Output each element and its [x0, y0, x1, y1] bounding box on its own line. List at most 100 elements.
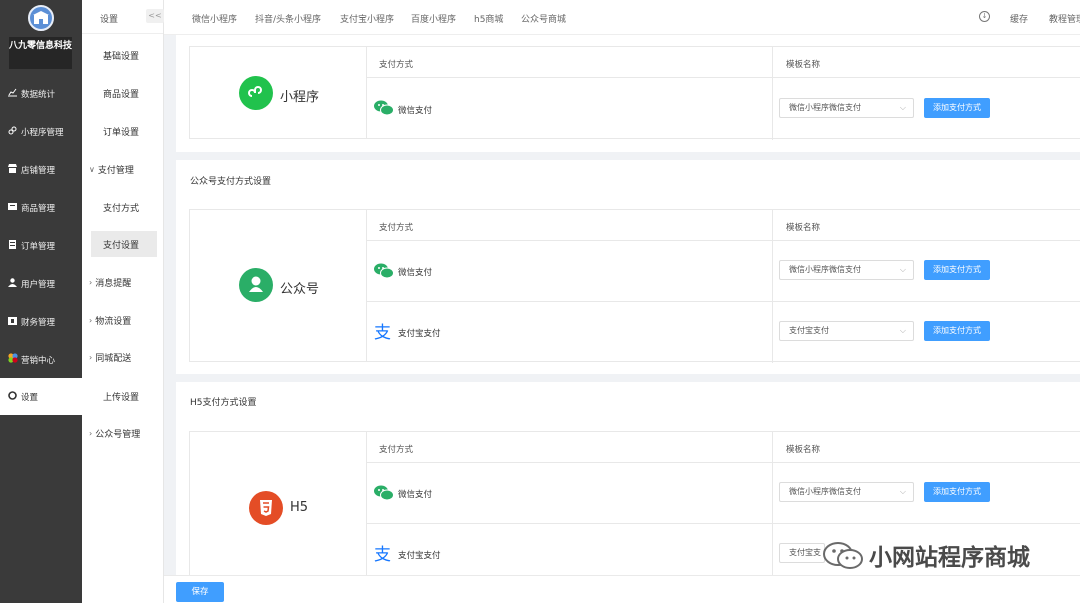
chevron-down-icon: ⌵: [899, 326, 906, 335]
menu-label: 用户管理: [21, 279, 56, 290]
subnav-group-payment[interactable]: ∨ 支付管理: [82, 156, 164, 182]
official-account-card: 公众号支付方式设置 公众号 支付方式 模板名称 微信支付 微信小程序微信支付 ⌵: [176, 160, 1080, 374]
alipay-icon: 支: [374, 323, 392, 344]
subnav-group-official[interactable]: › 公众号管理: [82, 420, 164, 446]
select-value: 微信小程序微信支付: [789, 487, 861, 496]
wechat-pay-icon: [374, 100, 394, 119]
cache-button[interactable]: 缓存: [1010, 12, 1028, 25]
subnav-item-goods[interactable]: 商品设置: [82, 80, 164, 106]
menu-item-store[interactable]: 店铺管理: [0, 151, 82, 188]
marketing-icon: [7, 353, 18, 366]
table-row: 微信支付 微信小程序微信支付 ⌵ 添加支付方式: [367, 241, 1080, 302]
wechat-pay-icon: [374, 263, 394, 282]
pay-method-label: 支付宝支付: [398, 551, 441, 561]
menu-item-finance[interactable]: 财务管理: [0, 303, 82, 340]
subnav-group-delivery[interactable]: › 同城配送: [82, 344, 164, 370]
template-select[interactable]: 支付宝支付 ⌵: [779, 321, 914, 341]
menu-item-stats[interactable]: 数据统计: [0, 75, 82, 112]
template-select[interactable]: 微信小程序微信支付 ⌵: [779, 482, 914, 502]
column-header-template: 模板名称: [786, 445, 821, 455]
pay-method-label: 支付宝支付: [398, 329, 441, 339]
menu-item-settings[interactable]: 设置: [0, 378, 82, 415]
menu-label: 店铺管理: [21, 165, 56, 176]
main-content: 小程序 支付方式 模板名称 微信支付 微信小程序微信支付 ⌵ 添加支付方式 公众号…: [164, 35, 1080, 575]
subnav-group-label: 支付管理: [97, 165, 134, 176]
miniprogram-icon: [239, 76, 273, 110]
add-pay-method-button[interactable]: 添加支付方式: [924, 260, 990, 280]
menu-label: 设置: [21, 392, 39, 403]
pay-method-label: 微信支付: [398, 106, 433, 116]
select-value: 微信小程序微信支付: [789, 103, 861, 112]
chevron-down-icon: ⌵: [899, 265, 906, 274]
menu-label: 小程序管理: [21, 127, 64, 138]
table-row: 微信支付 微信小程序微信支付 ⌵ 添加支付方式: [367, 463, 1080, 524]
tab-h5-mall[interactable]: h5商城: [474, 12, 503, 25]
wechat-pay-icon: [374, 485, 394, 504]
section-title: H5支付方式设置: [190, 398, 257, 408]
official-account-icon: [239, 268, 273, 302]
subnav-header: 设置 <<: [82, 0, 164, 34]
template-select[interactable]: 微信小程序微信支付 ⌵: [779, 98, 914, 118]
official-table: 公众号 支付方式 模板名称 微信支付 微信小程序微信支付 ⌵ 添加支付方式 支: [189, 209, 1080, 363]
chevron-right-icon: ›: [89, 277, 93, 287]
subnav-group-label: 消息提醒: [95, 278, 132, 289]
svg-text:支: 支: [374, 545, 391, 563]
subnav-item-pay-method[interactable]: 支付方式: [82, 194, 164, 220]
collapse-button[interactable]: <<: [146, 9, 164, 23]
tab-wechat-mini[interactable]: 微信小程序: [192, 12, 237, 25]
finance-icon: [7, 316, 18, 328]
save-button[interactable]: 保存: [176, 582, 224, 602]
main-sidebar: 八九零信息科技 数据统计 小程序管理 店铺管理 商品管理 订单管理 用户管理 财…: [0, 0, 82, 603]
table-row: 支 支付宝支付 支付宝支付 ⌵ 添加支付方式: [367, 302, 1080, 363]
add-pay-method-button[interactable]: 添加支付方式: [924, 98, 990, 118]
menu-label: 数据统计: [21, 89, 56, 100]
tab-douyin-mini[interactable]: 抖音/头条小程序: [255, 12, 321, 25]
table-header-row: 支付方式 模板名称: [367, 47, 1080, 78]
menu-item-users[interactable]: 用户管理: [0, 265, 82, 302]
menu-label: 商品管理: [21, 203, 56, 214]
chart-icon: [7, 88, 18, 100]
menu-item-orders[interactable]: 订单管理: [0, 227, 82, 264]
user-icon: [7, 277, 18, 290]
subnav-item-order[interactable]: 订单设置: [82, 118, 164, 144]
column-header-pay: 支付方式: [379, 60, 414, 70]
table-header-row: 支付方式 模板名称: [367, 432, 1080, 463]
section-title: 公众号支付方式设置: [190, 177, 272, 187]
pay-method-label: 微信支付: [398, 268, 433, 278]
menu-item-goods[interactable]: 商品管理: [0, 189, 82, 226]
column-header-pay: 支付方式: [379, 223, 414, 233]
template-select[interactable]: 微信小程序微信支付 ⌵: [779, 260, 914, 280]
tab-baidu-mini[interactable]: 百度小程序: [411, 12, 456, 25]
add-pay-method-button[interactable]: 添加支付方式: [924, 321, 990, 341]
watermark: 小网站程序商城: [812, 538, 1080, 572]
subnav-group-logistics[interactable]: › 物流设置: [82, 307, 164, 333]
chevron-right-icon: ›: [89, 315, 93, 325]
store-logo-icon: [28, 5, 54, 31]
tab-official-mall[interactable]: 公众号商城: [521, 12, 566, 25]
add-pay-method-button[interactable]: 添加支付方式: [924, 482, 990, 502]
table-row: 微信支付 微信小程序微信支付 ⌵ 添加支付方式: [367, 78, 1080, 140]
tutorial-link[interactable]: 教程管理: [1049, 12, 1080, 25]
subnav-group-label: 同城配送: [95, 353, 132, 364]
miniprogram-table: 小程序 支付方式 模板名称 微信支付 微信小程序微信支付 ⌵ 添加支付方式: [189, 46, 1080, 140]
logo-area: 八九零信息科技: [0, 0, 82, 72]
subnav-item-pay-settings[interactable]: 支付设置: [91, 231, 157, 257]
subnav-group-label: 公众号管理: [95, 429, 141, 440]
platform-cell: 小程序: [190, 47, 367, 138]
pay-method-label: 微信支付: [398, 490, 433, 500]
subnav-group-message[interactable]: › 消息提醒: [82, 269, 164, 295]
subnav-item-basic[interactable]: 基础设置: [82, 42, 164, 68]
watermark-text: 小网站程序商城: [869, 545, 1030, 571]
subnav-group-label: 物流设置: [95, 316, 132, 327]
menu-item-marketing[interactable]: 营销中心: [0, 341, 82, 378]
subnav-item-upload[interactable]: 上传设置: [82, 383, 164, 409]
menu-item-miniprogram[interactable]: 小程序管理: [0, 113, 82, 150]
wechat-watermark-icon: [823, 542, 863, 569]
tab-alipay-mini[interactable]: 支付宝小程序: [340, 12, 394, 25]
top-bar: 微信小程序 抖音/头条小程序 支付宝小程序 百度小程序 h5商城 公众号商城 ↓…: [164, 0, 1080, 35]
bottom-bar: 保存: [164, 575, 1080, 603]
platform-name: H5: [290, 500, 309, 515]
download-icon[interactable]: ↓: [979, 11, 990, 22]
goods-icon: [7, 202, 18, 214]
column-header-template: 模板名称: [786, 60, 821, 70]
